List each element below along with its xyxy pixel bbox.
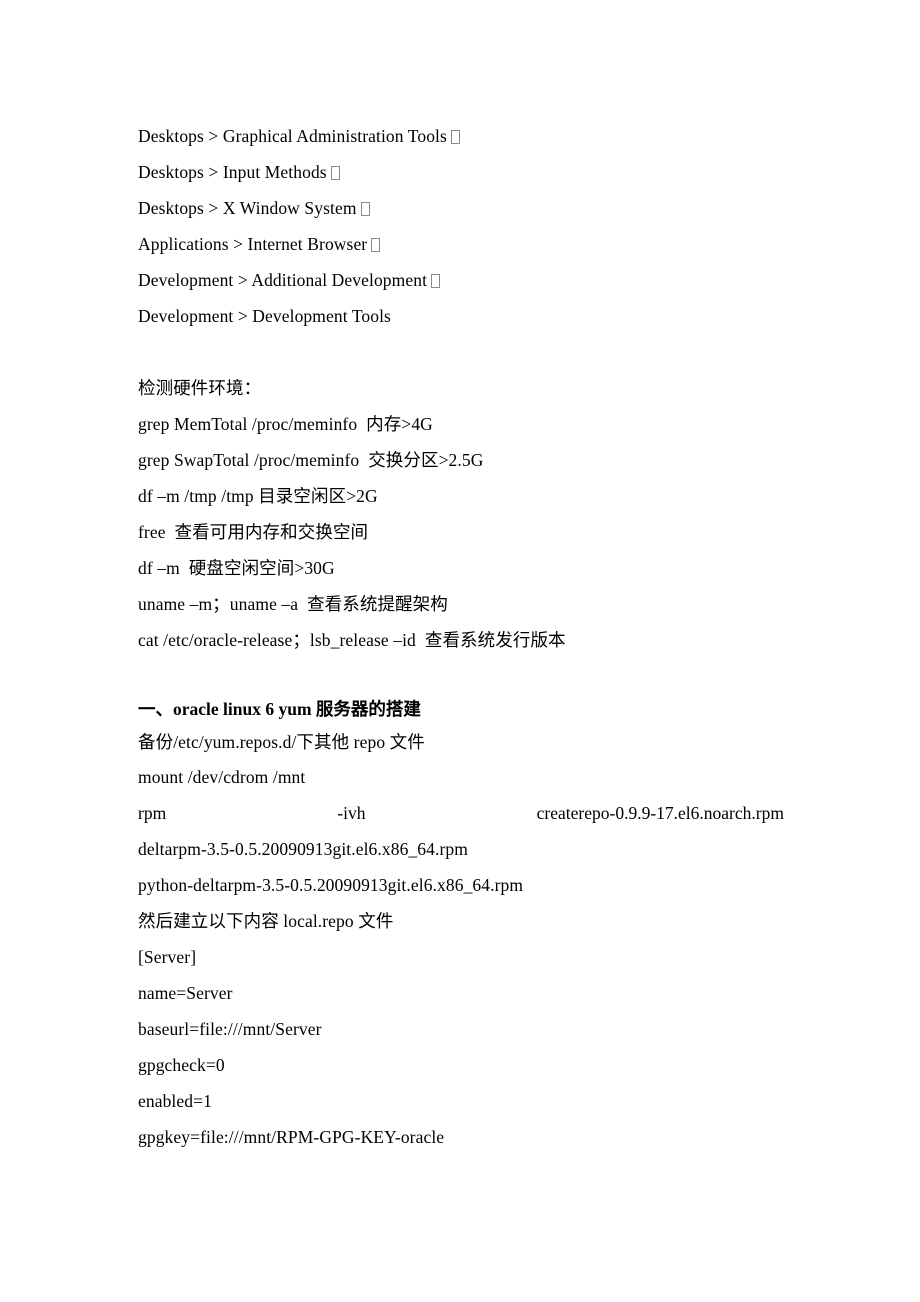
repo-config-line: gpgcheck=0	[138, 1055, 225, 1075]
package-group-label: Desktops > Input Methods	[138, 162, 327, 182]
missing-glyph-box-icon	[330, 166, 340, 180]
repo-config-line: [Server]	[138, 947, 197, 967]
hardware-check-command: uname –m；uname –a 查看系统提醒架构	[138, 594, 448, 614]
rpm-command-part: rpm	[138, 803, 167, 823]
missing-glyph-box-icon	[371, 238, 381, 252]
package-groups-block: Desktops > Graphical Administration Tool…	[138, 118, 784, 334]
hardware-check-title: 检测硬件环境：	[138, 378, 262, 398]
package-group-label: Development > Development Tools	[138, 306, 391, 326]
package-group-label: Development > Additional Development	[138, 270, 428, 290]
package-group-label: Desktops > Graphical Administration Tool…	[138, 126, 447, 146]
rpm-command-part: createrepo-0.9.9-17.el6.noarch.rpm	[536, 803, 784, 823]
block-separator	[138, 334, 784, 370]
document-page: Desktops > Graphical Administration Tool…	[0, 0, 920, 1302]
missing-glyph-box-icon	[450, 130, 460, 144]
hardware-check-command: df –m 硬盘空闲空间>30G	[138, 558, 335, 578]
repo-file-intro: 然后建立以下内容 local.repo 文件	[138, 911, 394, 931]
hardware-check-command: grep MemTotal /proc/meminfo 内存>4G	[138, 414, 433, 434]
block-separator	[138, 658, 784, 694]
package-group-line: Desktops > X Window System	[138, 190, 784, 226]
hardware-check-command: grep SwapTotal /proc/meminfo 交换分区>2.5G	[138, 450, 484, 470]
rpm-install-command: rpm -ivh createrepo-0.9.9-17.el6.noarch.…	[138, 795, 784, 831]
repo-config-line: enabled=1	[138, 1091, 212, 1111]
section-heading: 一、oracle linux 6 yum 服务器的搭建	[138, 699, 421, 719]
package-group-line: Desktops > Graphical Administration Tool…	[138, 118, 784, 154]
rpm-package-name: deltarpm-3.5-0.5.20090913git.el6.x86_64.…	[138, 839, 468, 859]
hardware-check-block: 检测硬件环境： grep MemTotal /proc/meminfo 内存>4…	[138, 370, 784, 658]
package-group-label: Desktops > X Window System	[138, 198, 357, 218]
repo-config-line: gpgkey=file:///mnt/RPM-GPG-KEY-oracle	[138, 1127, 445, 1147]
mount-command: mount /dev/cdrom /mnt	[138, 767, 306, 787]
yum-section-block: 一、oracle linux 6 yum 服务器的搭建 备份/etc/yum.r…	[138, 694, 784, 1155]
hardware-check-command: free 查看可用内存和交换空间	[138, 522, 369, 542]
hardware-check-command: cat /etc/oracle-release；lsb_release –id …	[138, 630, 566, 650]
hardware-check-command: df –m /tmp /tmp 目录空闲区>2G	[138, 486, 378, 506]
rpm-command-part: -ivh	[337, 803, 366, 823]
package-group-line: Applications > Internet Browser	[138, 226, 784, 262]
missing-glyph-box-icon	[360, 202, 370, 216]
package-group-line: Development > Development Tools	[138, 298, 784, 334]
package-group-line: Desktops > Input Methods	[138, 154, 784, 190]
missing-glyph-box-icon	[431, 274, 441, 288]
document-body: Desktops > Graphical Administration Tool…	[138, 118, 784, 1155]
package-group-label: Applications > Internet Browser	[138, 234, 368, 254]
rpm-package-name: python-deltarpm-3.5-0.5.20090913git.el6.…	[138, 875, 524, 895]
repo-config-line: baseurl=file:///mnt/Server	[138, 1019, 322, 1039]
repo-config-line: name=Server	[138, 983, 233, 1003]
backup-instruction: 备份/etc/yum.repos.d/下其他 repo 文件	[138, 732, 425, 752]
package-group-line: Development > Additional Development	[138, 262, 784, 298]
